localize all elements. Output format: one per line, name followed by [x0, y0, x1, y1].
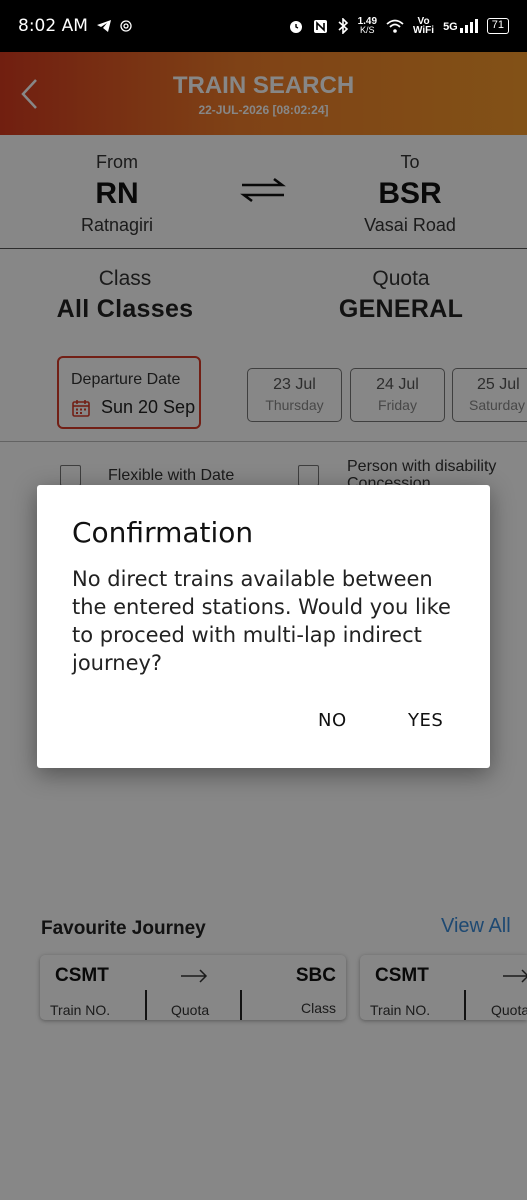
battery-icon: 71	[486, 18, 509, 34]
alarm-icon	[289, 21, 302, 33]
wifi-icon	[386, 19, 404, 33]
network-speed: 1.49 K/S	[357, 16, 378, 35]
telegram-icon	[96, 20, 111, 32]
status-time: 8:02 AM	[18, 16, 88, 36]
at-sign-icon	[120, 20, 132, 32]
status-bar: 8:02 AM 1.49 K/S Vo WiFi 5G 71	[0, 0, 527, 52]
nfc-icon	[313, 19, 327, 33]
signal-icon: 5G	[443, 19, 478, 33]
vowifi-indicator: Vo WiFi	[413, 16, 435, 36]
bluetooth-icon	[338, 18, 348, 34]
confirmation-dialog: Confirmation No direct trains available …	[37, 485, 490, 768]
dialog-title: Confirmation	[72, 516, 254, 549]
no-button[interactable]: NO	[318, 710, 347, 731]
dialog-message: No direct trains available between the e…	[72, 567, 451, 675]
yes-button[interactable]: YES	[408, 710, 443, 731]
